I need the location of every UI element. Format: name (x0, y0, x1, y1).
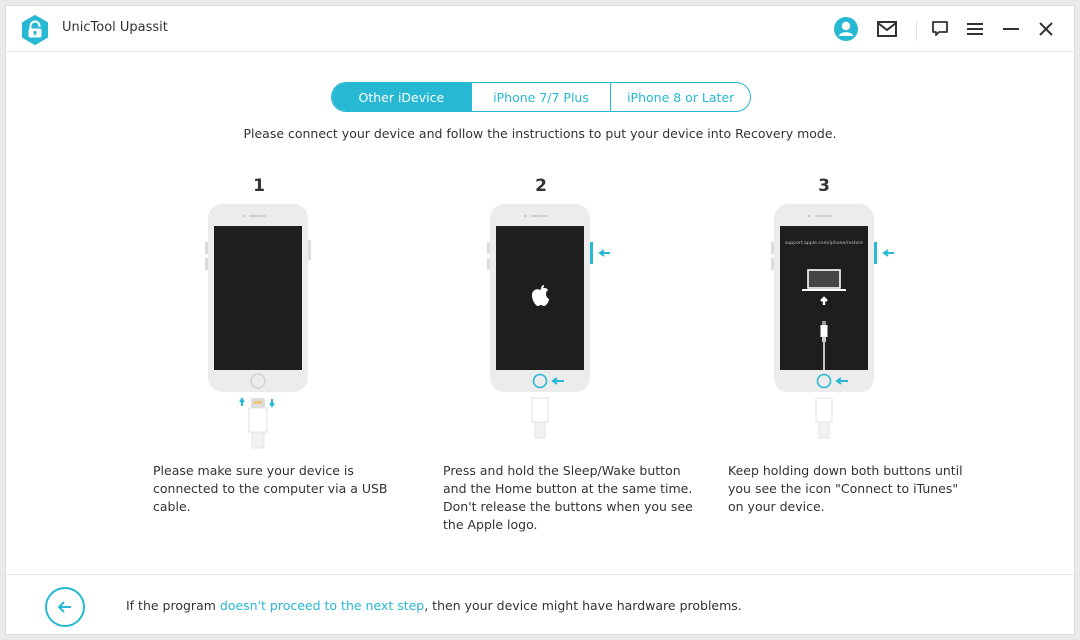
back-button[interactable] (45, 587, 85, 627)
phone-connect-itunes-illustration: support.apple.com/iphone/restore (771, 204, 894, 439)
menu-button[interactable] (962, 16, 988, 42)
usb-cable-icon (531, 397, 549, 439)
app-window: UnicTool Upassit Other iDevice iPhone 7/… (5, 5, 1075, 635)
step-number: 1 (253, 176, 265, 196)
sleep-wake-button-highlight (590, 242, 593, 264)
step-number: 2 (535, 176, 547, 196)
app-logo-icon (22, 15, 48, 45)
instruction-text: Please connect your device and follow th… (243, 126, 837, 141)
close-button[interactable] (1033, 16, 1059, 42)
menu-icon (967, 23, 983, 35)
user-account-button[interactable] (833, 16, 859, 42)
arrow-left-icon (882, 249, 894, 257)
app-title: UnicTool Upassit (62, 20, 168, 35)
minimize-button[interactable] (998, 16, 1024, 42)
device-type-tabs: Other iDevice iPhone 7/7 Plus iPhone 8 o… (331, 82, 751, 112)
footer-text-before: If the program (126, 598, 220, 613)
usb-connector-icon (248, 398, 268, 449)
tab-other-idevice[interactable]: Other iDevice (332, 83, 471, 111)
title-bar: UnicTool Upassit (6, 6, 1074, 52)
feedback-button[interactable] (927, 16, 953, 42)
minimize-icon (1003, 28, 1019, 30)
mail-icon (877, 21, 897, 37)
titlebar-separator (916, 21, 917, 41)
arrow-left-icon (57, 601, 71, 613)
tab-iphone-8-or-later[interactable]: iPhone 8 or Later (610, 83, 750, 111)
user-account-icon (834, 17, 858, 41)
feedback-icon (932, 21, 948, 36)
next-step-help-link[interactable]: doesn't proceed to the next step (220, 598, 424, 613)
footer-message: If the program doesn't proceed to the ne… (126, 598, 742, 613)
step-description: Keep holding down both buttons until you… (728, 463, 963, 514)
restore-url-text: support.apple.com/iphone/restore (785, 240, 863, 246)
usb-cable-icon (815, 397, 833, 439)
mail-button[interactable] (874, 16, 900, 42)
step-description: Please make sure your device is connecte… (153, 463, 388, 514)
phone-usb-illustration (205, 204, 311, 449)
phone-apple-logo-illustration (487, 204, 610, 439)
arrow-left-icon (598, 249, 610, 257)
tab-iphone-7[interactable]: iPhone 7/7 Plus (470, 83, 611, 111)
laptop-icon (802, 269, 846, 291)
footer-text-after: , then your device might have hardware p… (424, 598, 742, 613)
arrow-down-icon (269, 399, 275, 408)
footer: If the program doesn't proceed to the ne… (6, 574, 1074, 636)
arrow-up-icon (239, 397, 245, 406)
sleep-wake-button-highlight (874, 242, 877, 264)
close-icon (1039, 22, 1053, 36)
step-number: 3 (818, 176, 830, 196)
step-description: Press and hold the Sleep/Wake button and… (443, 463, 693, 532)
